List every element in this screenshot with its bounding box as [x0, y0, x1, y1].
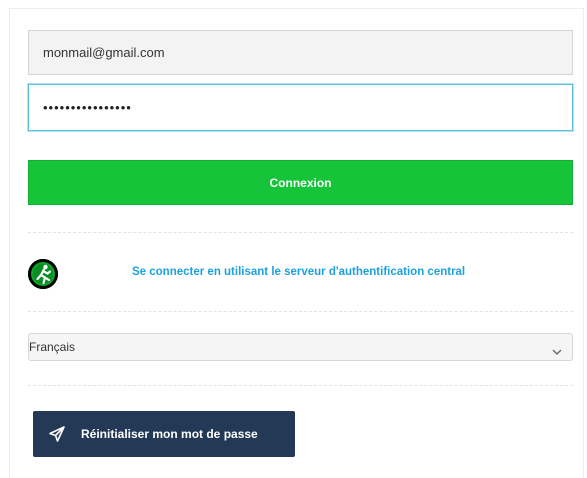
language-select-value: Français	[29, 340, 76, 354]
email-field[interactable]	[28, 30, 573, 75]
reset-password-button[interactable]: Réinitialiser mon mot de passe	[33, 411, 295, 457]
language-select[interactable]: Français	[28, 333, 573, 361]
chevron-down-icon	[552, 343, 562, 361]
connexion-button[interactable]: Connexion	[28, 160, 573, 205]
divider	[28, 385, 573, 386]
reset-password-label: Réinitialiser mon mot de passe	[81, 427, 258, 441]
password-field[interactable]	[28, 84, 573, 131]
login-panel	[9, 8, 584, 478]
divider	[28, 232, 573, 233]
cas-login-link[interactable]: Se connecter en utilisant le serveur d'a…	[132, 266, 465, 278]
paper-plane-icon	[48, 425, 66, 446]
running-man-icon[interactable]	[28, 259, 58, 289]
divider	[28, 311, 573, 312]
